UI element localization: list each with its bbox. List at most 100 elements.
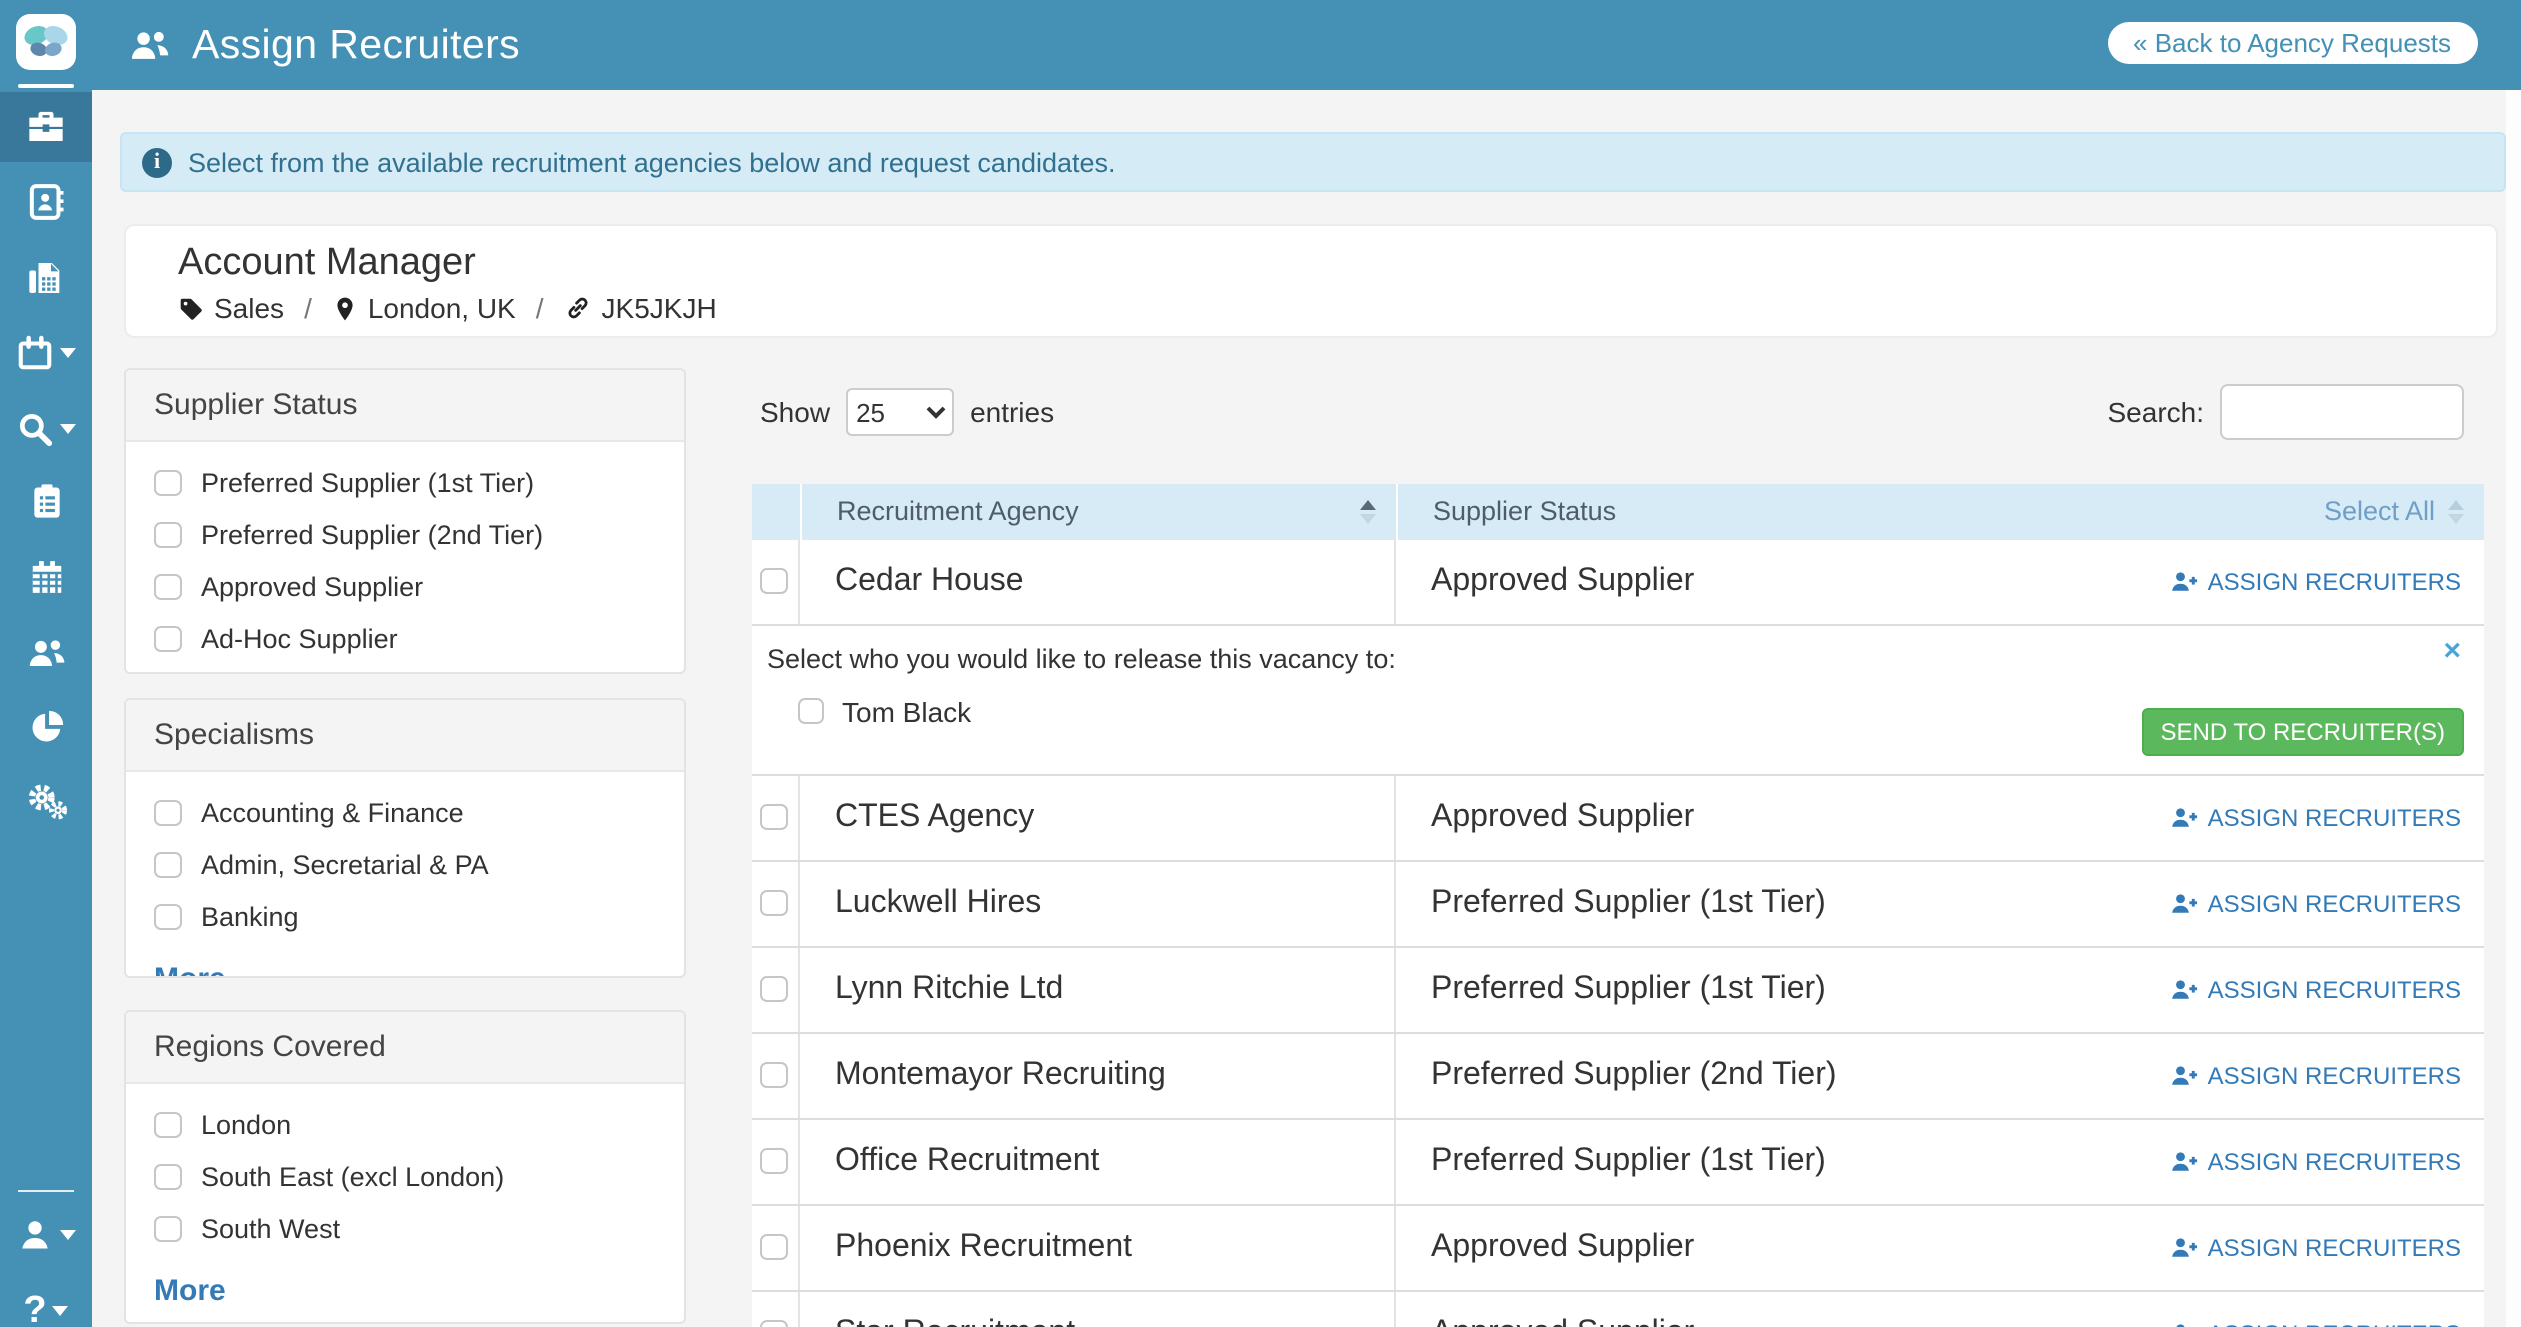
- assign-recruiters-link[interactable]: ASSIGN RECRUITERS: [2170, 1319, 2461, 1327]
- butterfly-logo-icon: [20, 22, 72, 62]
- sidebar-item-tasks[interactable]: [0, 466, 92, 536]
- filter-south-west[interactable]: South West: [154, 1214, 656, 1244]
- assign-recruiters-label: ASSIGN RECRUITERS: [2208, 1233, 2461, 1261]
- filter-accounting-finance[interactable]: Accounting & Finance: [154, 798, 656, 828]
- row-checkbox[interactable]: [761, 804, 788, 831]
- show-label: Show: [760, 396, 830, 428]
- assign-recruiters-link[interactable]: ASSIGN RECRUITERS: [2170, 567, 2461, 595]
- checkbox-label: Approved Supplier: [201, 572, 423, 602]
- filter-approved-supplier[interactable]: Approved Supplier: [154, 572, 656, 602]
- table-search-control: Search:: [2040, 384, 2464, 440]
- table-row-cedar-house: Cedar House Approved Supplier ASSIGN REC…: [751, 539, 2483, 625]
- back-to-agency-requests-button[interactable]: « Back to Agency Requests: [2107, 22, 2477, 64]
- agency-name: Cedar House: [799, 539, 1395, 623]
- pie-chart-icon: [27, 708, 65, 746]
- job-reference-label: JK5JKJH: [602, 292, 717, 324]
- sidebar-item-settings[interactable]: [0, 766, 92, 836]
- supplier-status: Preferred Supplier (2nd Tier): [1431, 1057, 1837, 1093]
- specialisms-more-link[interactable]: More: [154, 962, 226, 978]
- checkbox[interactable]: [154, 852, 181, 879]
- assign-recruiters-link[interactable]: ASSIGN RECRUITERS: [2170, 1147, 2461, 1175]
- send-to-recruiters-button[interactable]: SEND TO RECRUITER(S): [2143, 707, 2464, 755]
- caret-down-icon: [60, 1230, 76, 1240]
- filter-admin-secretarial-pa[interactable]: Admin, Secretarial & PA: [154, 850, 656, 880]
- select-all-label: Select All: [2324, 496, 2435, 526]
- column-label: Supplier Status: [1433, 496, 1616, 526]
- app-viewport: Assign Recruiters « Back to Agency Reque…: [0, 0, 2521, 1327]
- filter-south-east[interactable]: South East (excl London): [154, 1162, 656, 1192]
- assign-recruiters-label: ASSIGN RECRUITERS: [2208, 1147, 2461, 1175]
- assign-recruiters-link[interactable]: ASSIGN RECRUITERS: [2170, 1061, 2461, 1089]
- agency-name: Luckwell Hires: [799, 861, 1395, 945]
- question-icon: ?: [23, 1289, 46, 1327]
- address-book-icon: [26, 181, 66, 221]
- checkbox-label: South West: [201, 1214, 340, 1244]
- sidebar-item-contacts[interactable]: [0, 166, 92, 236]
- sidebar-item-jobs[interactable]: [0, 91, 92, 161]
- filter-preferred-2nd-tier[interactable]: Preferred Supplier (2nd Tier): [154, 520, 656, 550]
- sidebar-item-schedule[interactable]: [0, 542, 92, 612]
- filter-preferred-1st-tier[interactable]: Preferred Supplier (1st Tier): [154, 468, 656, 498]
- supplier-status-panel: Supplier Status Preferred Supplier (1st …: [124, 368, 686, 674]
- agency-name: Montemayor Recruiting: [799, 1033, 1395, 1117]
- app-logo[interactable]: [16, 14, 76, 70]
- supplier-status: Preferred Supplier (1st Tier): [1431, 971, 1826, 1007]
- table-row-montemayor: Montemayor Recruiting Preferred Supplier…: [751, 1033, 2483, 1119]
- regions-more-link[interactable]: More: [154, 1274, 226, 1308]
- checkbox[interactable]: [154, 904, 181, 931]
- supplier-status: Preferred Supplier (1st Tier): [1431, 1143, 1826, 1179]
- sidebar-item-fax[interactable]: [0, 242, 92, 312]
- checkbox[interactable]: [154, 574, 181, 601]
- sidebar-item-search[interactable]: [0, 394, 92, 464]
- agency-name: Star Recruitment: [799, 1291, 1395, 1327]
- scrollbar-track[interactable]: [2505, 90, 2521, 1327]
- sort-asc-icon: [1359, 499, 1375, 523]
- sidebar-item-help[interactable]: ?: [0, 1276, 92, 1327]
- checkbox[interactable]: [154, 1216, 181, 1243]
- search-input[interactable]: [2220, 384, 2464, 440]
- checkbox[interactable]: [797, 698, 824, 725]
- agency-name: Office Recruitment: [799, 1119, 1395, 1203]
- filter-banking[interactable]: Banking: [154, 902, 656, 932]
- assign-recruiters-label: ASSIGN RECRUITERS: [2208, 889, 2461, 917]
- checkbox-label: Banking: [201, 902, 299, 932]
- table-row-office-recruitment: Office Recruitment Preferred Supplier (1…: [751, 1119, 2483, 1205]
- sidebar-item-calendar[interactable]: [0, 318, 92, 388]
- user-plus-icon: [2170, 1319, 2198, 1327]
- row-checkbox[interactable]: [761, 1234, 788, 1261]
- assign-recruiters-link[interactable]: ASSIGN RECRUITERS: [2170, 1233, 2461, 1261]
- row-checkbox[interactable]: [761, 1148, 788, 1175]
- page-title-group: Assign Recruiters: [128, 0, 520, 90]
- filter-adhoc-supplier[interactable]: Ad-Hoc Supplier: [154, 624, 656, 654]
- agency-name: CTES Agency: [799, 775, 1395, 859]
- assign-recruiters-link[interactable]: ASSIGN RECRUITERS: [2170, 889, 2461, 917]
- filter-london[interactable]: London: [154, 1110, 656, 1140]
- sidebar-item-reports[interactable]: [0, 692, 92, 762]
- row-checkbox[interactable]: [761, 568, 788, 595]
- page-length-select[interactable]: 25: [846, 388, 954, 436]
- checkbox[interactable]: [154, 1164, 181, 1191]
- sidebar-item-account[interactable]: [0, 1200, 92, 1270]
- supplier-status: Approved Supplier: [1431, 1229, 1694, 1265]
- assign-recruiters-label: ASSIGN RECRUITERS: [2208, 567, 2461, 595]
- checkbox[interactable]: [154, 800, 181, 827]
- close-icon[interactable]: ×: [2443, 635, 2461, 665]
- tag-icon: [178, 295, 204, 321]
- row-checkbox[interactable]: [761, 1320, 788, 1327]
- assign-recruiters-link[interactable]: ASSIGN RECRUITERS: [2170, 803, 2461, 831]
- panel-title: Regions Covered: [126, 1012, 684, 1084]
- row-checkbox[interactable]: [761, 1062, 788, 1089]
- checkbox[interactable]: [154, 1112, 181, 1139]
- row-checkbox[interactable]: [761, 976, 788, 1003]
- row-checkbox[interactable]: [761, 890, 788, 917]
- checkbox[interactable]: [154, 626, 181, 653]
- checkbox[interactable]: [154, 470, 181, 497]
- column-header-recruitment-agency[interactable]: Recruitment Agency: [801, 483, 1397, 539]
- checkbox[interactable]: [154, 522, 181, 549]
- info-icon: i: [142, 147, 172, 177]
- sidebar-item-people[interactable]: [0, 618, 92, 688]
- job-reference: JK5JKJH: [564, 292, 717, 324]
- select-all-header[interactable]: Select All: [2324, 496, 2463, 526]
- user-plus-icon: [2170, 975, 2198, 1003]
- assign-recruiters-link[interactable]: ASSIGN RECRUITERS: [2170, 975, 2461, 1003]
